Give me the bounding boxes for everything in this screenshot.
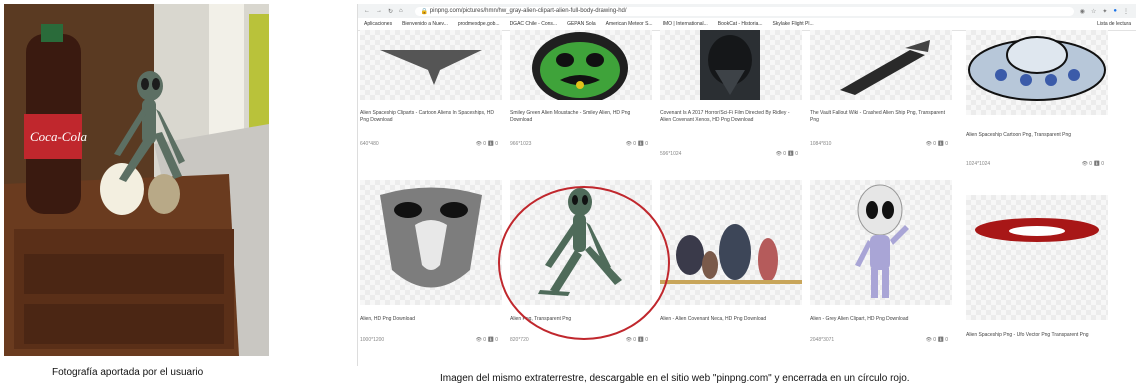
ufo-cartoon-image (968, 36, 1106, 101)
spaceship-image (380, 50, 482, 85)
result-thumbnail[interactable] (510, 30, 652, 100)
result-size: 820*720 (510, 337, 529, 343)
puzzle-icon[interactable]: ✦ (1102, 8, 1107, 15)
result-title[interactable]: Covenant Is A 2017 Horror/Sci-Fi Film Di… (660, 110, 800, 123)
alien-head-image (380, 187, 482, 288)
result-stats: 👁 0 ⬇ 0 (475, 141, 498, 147)
bookmark-item[interactable]: American Meteor S... (606, 21, 653, 27)
extension-icon[interactable]: ◉ (1080, 8, 1085, 15)
result-stats: 👁 0 ⬇ 0 (925, 141, 948, 147)
bookmark-item[interactable]: IMO | International... (663, 21, 708, 27)
bookmark-item[interactable]: BookCat - Historia... (718, 21, 763, 27)
profile-avatar[interactable]: ● (1113, 8, 1117, 15)
bookmark-item[interactable]: Bienvenido a Nuev... (402, 21, 448, 27)
red-highlight-circle (498, 186, 670, 340)
result-thumbnail[interactable] (966, 195, 1108, 320)
svg-text:Coca-Cola: Coca-Cola (30, 129, 88, 144)
result-title[interactable]: Alien - Grey Alien Clipart, HD Png Downl… (810, 316, 950, 323)
user-photo-illustration: Coca-Cola (4, 4, 269, 356)
result-thumbnail[interactable] (660, 30, 802, 100)
user-photo: Coca-Cola (4, 4, 269, 356)
lock-icon: 🔒 (420, 8, 430, 15)
result-title[interactable]: Alien Spaceship Cliparts - Cartoon Alien… (360, 110, 500, 123)
home-icon[interactable]: ⌂ (399, 8, 403, 15)
browser-screenshot: ← → ↻ ⌂ 🔒 pinpng.com/pictures/hmn/hw_gra… (357, 4, 1136, 366)
bookmark-item[interactable]: DGAC Chile - Cons... (510, 21, 558, 27)
screenshot-caption: Imagen del mismo extraterrestre, descarg… (440, 373, 910, 384)
back-icon[interactable]: ← (364, 8, 370, 15)
results-grid: Alien Spaceship Cliparts - Cartoon Alien… (358, 30, 1136, 366)
result-stats: 👁 0 ⬇ 0 (775, 151, 798, 157)
result-thumbnail[interactable] (810, 180, 952, 305)
red-ufo-image (975, 218, 1099, 242)
browser-toolbar: ← → ↻ ⌂ 🔒 pinpng.com/pictures/hmn/hw_gra… (358, 4, 1136, 18)
result-title[interactable]: The Vault Fallout Wiki - Crashed Alien S… (810, 110, 950, 123)
green-alien-image (532, 32, 628, 100)
result-thumbnail[interactable] (360, 30, 502, 100)
xenomorph-image (700, 30, 760, 100)
result-thumbnail[interactable] (360, 180, 502, 305)
url-text: pinpng.com/pictures/hmn/hw_gray-alien-cl… (429, 8, 627, 14)
bookmark-item[interactable]: Lista de lectura (1097, 21, 1131, 27)
reload-icon[interactable]: ↻ (388, 8, 393, 15)
result-stats: 👁 0 ⬇ 0 (625, 141, 648, 147)
result-size: 1000*1200 (360, 337, 385, 343)
result-stats: 👁 0 ⬇ 0 (925, 337, 948, 343)
forward-icon[interactable]: → (376, 8, 382, 15)
covenant-figures-image (660, 224, 802, 284)
result-size: 596*1024 (660, 151, 682, 157)
result-stats: 👁 0 ⬇ 0 (625, 337, 648, 343)
browser-tools: ◉ ☆ ✦ ● ⋮ (1080, 8, 1136, 15)
result-title[interactable]: Alien Spaceship Png - Ufo Vector Png Tra… (966, 332, 1106, 339)
result-title[interactable]: Smiley Green Alien Moustache - Smiley Al… (510, 110, 650, 123)
bookmark-item[interactable]: prodmexdpe.gob... (458, 21, 500, 27)
grey-alien-clipart-image (855, 184, 909, 298)
result-size: 1084*810 (810, 141, 832, 147)
nav-buttons: ← → ↻ ⌂ (358, 8, 409, 15)
address-bar[interactable]: 🔒 pinpng.com/pictures/hmn/hw_gray-alien-… (414, 6, 1074, 16)
result-title[interactable]: Alien - Alien Covenant Neca, HD Png Down… (660, 316, 800, 323)
star-icon[interactable]: ☆ (1091, 8, 1096, 15)
result-thumbnail[interactable] (660, 180, 802, 305)
result-thumbnail[interactable] (810, 30, 952, 100)
result-size: 2048*3071 (810, 337, 835, 343)
result-size: 640*480 (360, 141, 379, 147)
result-stats: 👁 0 ⬇ 0 (475, 337, 498, 343)
result-thumbnail[interactable] (966, 30, 1108, 115)
result-size: 966*1023 (510, 141, 532, 147)
menu-icon[interactable]: ⋮ (1123, 8, 1129, 15)
crashed-ship-image (840, 40, 930, 95)
bookmark-item[interactable]: Skylake Flight Pl... (773, 21, 814, 27)
result-title[interactable]: Alien, HD Png Download (360, 316, 500, 323)
photo-caption: Fotografía aportada por el usuario (52, 367, 204, 378)
result-stats: 👁 0 ⬇ 0 (1081, 161, 1104, 167)
result-title[interactable]: Alien Spaceship Cartoon Png, Transparent… (966, 132, 1106, 139)
result-size: 1024*1024 (966, 161, 991, 167)
bookmark-item[interactable]: Aplicaciones (364, 21, 392, 27)
bookmark-item[interactable]: GEPAN Sola (567, 21, 596, 27)
